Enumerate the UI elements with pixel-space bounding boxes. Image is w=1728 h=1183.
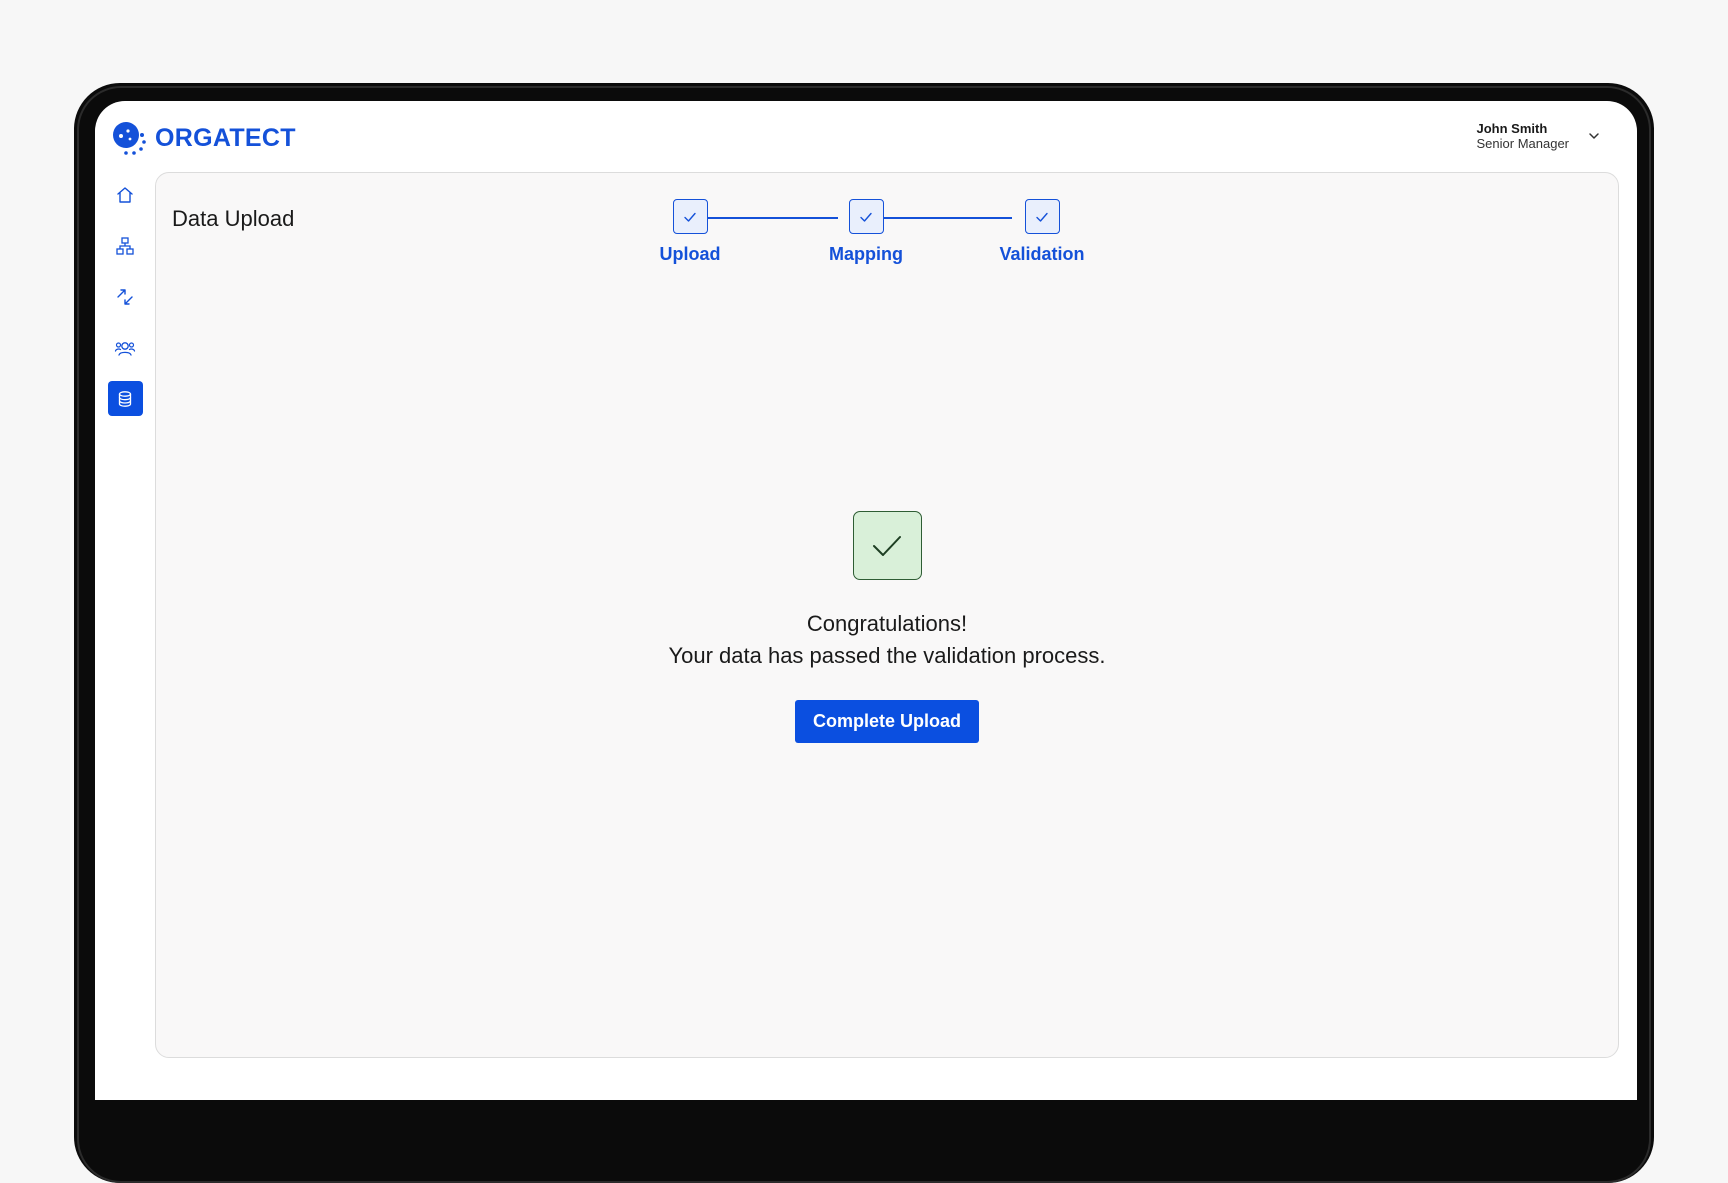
brand-name: ORGATECT <box>155 123 296 152</box>
sidebar-item-users[interactable] <box>108 330 143 365</box>
user-info: John Smith Senior Manager <box>1477 121 1570 151</box>
step-label: Upload <box>659 244 721 264</box>
success-message-block: Congratulations! Your data has passed th… <box>156 511 1618 743</box>
success-detail: Your data has passed the validation proc… <box>668 643 1106 668</box>
check-icon <box>684 212 696 222</box>
success-text: Congratulations! Your data has passed th… <box>668 608 1105 672</box>
database-icon <box>118 390 132 407</box>
complete-upload-button[interactable]: Complete Upload <box>794 700 979 743</box>
user-role: Senior Manager <box>1476 136 1570 151</box>
success-check-box <box>852 511 922 580</box>
check-icon <box>1036 212 1048 222</box>
app-window: ORGATECT John Smith Senior Manager Data … <box>95 101 1637 1100</box>
step-check-box <box>848 199 884 234</box>
brand-logo[interactable]: ORGATECT <box>111 119 296 157</box>
sidebar-item-data[interactable] <box>107 381 143 416</box>
transfer-arrows-icon <box>117 288 133 305</box>
orgatect-logo-icon <box>113 122 146 155</box>
step-mapping[interactable]: Mapping <box>806 199 926 265</box>
chevron-down-icon[interactable] <box>1587 129 1601 143</box>
sidebar-item-transfer[interactable] <box>108 279 143 314</box>
step-upload[interactable]: Upload <box>630 199 750 265</box>
home-icon <box>117 186 133 203</box>
sidebar-item-home[interactable] <box>108 177 143 212</box>
page-title: Data Upload <box>172 206 295 231</box>
step-label: Validation <box>999 244 1085 264</box>
users-icon <box>114 341 136 356</box>
main-panel: Data Upload Upload Mapping Validation Co… <box>155 172 1619 1058</box>
sidebar-nav <box>107 177 143 416</box>
step-check-box <box>672 199 708 234</box>
check-icon <box>860 212 872 222</box>
user-name: John Smith <box>1476 121 1548 136</box>
upload-stepper: Upload Mapping Validation <box>660 199 1085 269</box>
success-headline: Congratulations! <box>806 611 968 636</box>
step-label: Mapping <box>829 244 903 264</box>
step-check-box <box>1024 199 1060 234</box>
org-chart-icon <box>116 236 134 255</box>
user-menu[interactable]: John Smith Senior Manager <box>1477 121 1602 151</box>
sidebar-item-org-chart[interactable] <box>108 228 143 263</box>
step-validation[interactable]: Validation <box>982 199 1102 265</box>
success-check-icon <box>873 535 901 556</box>
